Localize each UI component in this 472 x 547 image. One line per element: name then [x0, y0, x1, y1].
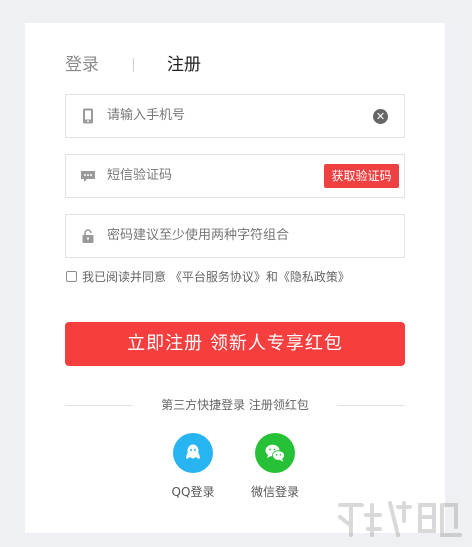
auth-tabs: 登录 注册: [65, 53, 265, 77]
qq-login[interactable]: QQ登录: [163, 433, 223, 499]
wechat-login-label[interactable]: 微信登录: [245, 485, 305, 499]
wechat-login[interactable]: 微信登录: [245, 433, 305, 499]
register-card: 登录 注册 请输入手机号 ✕ 短信验证码 获取验证码 密码建议至少使用两种字符组…: [25, 23, 445, 533]
lock-icon: [80, 228, 96, 244]
phone-icon: [80, 108, 96, 124]
qq-login-label[interactable]: QQ登录: [163, 485, 223, 499]
register-button[interactable]: 立即注册 领新人专享红包: [65, 322, 405, 366]
clear-icon[interactable]: ✕: [373, 109, 388, 124]
message-icon: [80, 168, 96, 184]
password-field[interactable]: 密码建议至少使用两种字符组合: [65, 214, 405, 258]
wechat-login-button[interactable]: [255, 433, 295, 473]
get-code-button[interactable]: 获取验证码: [324, 164, 399, 188]
password-input[interactable]: 密码建议至少使用两种字符组合: [107, 215, 289, 257]
tab-divider: [133, 58, 134, 72]
wechat-icon: [265, 444, 285, 462]
agreement-checkbox[interactable]: [66, 271, 77, 282]
tab-register[interactable]: 注册: [167, 53, 201, 77]
sms-code-field[interactable]: 短信验证码 获取验证码: [65, 154, 405, 198]
divider-line-right: [337, 405, 405, 406]
qq-icon: [186, 444, 200, 459]
phone-field[interactable]: 请输入手机号 ✕: [65, 94, 405, 138]
phone-input[interactable]: 请输入手机号: [107, 95, 185, 137]
third-party-divider: 第三方快捷登录 注册领红包: [65, 396, 405, 414]
sms-code-input[interactable]: 短信验证码: [107, 155, 172, 197]
watermark-logo: [338, 501, 462, 537]
tab-login[interactable]: 登录: [65, 53, 99, 77]
qq-login-button[interactable]: [173, 433, 213, 473]
agreement-text[interactable]: 我已阅读并同意 《平台服务协议》和《隐私政策》: [82, 269, 350, 285]
